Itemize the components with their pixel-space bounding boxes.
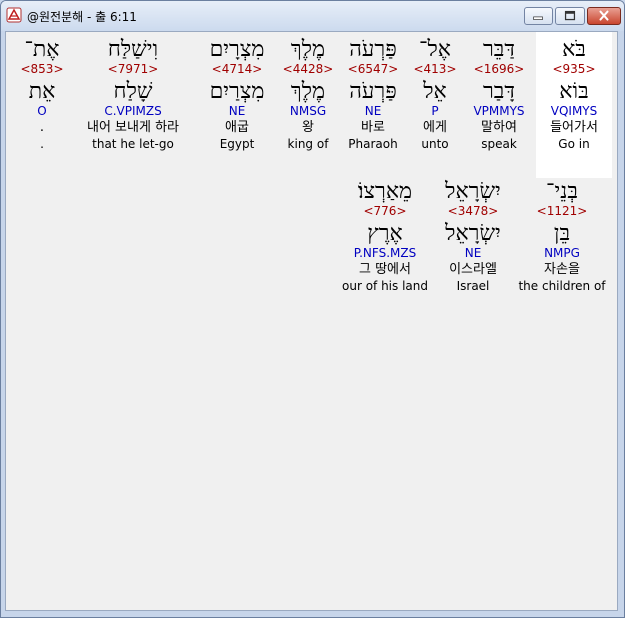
parsing-code: P.NFS.MZS — [353, 246, 417, 260]
english-gloss: Egypt — [219, 137, 255, 151]
hebrew-lemma: אֶרֶץ — [367, 221, 403, 246]
title-bar[interactable]: @원전분해 - 출 6:11 — [1, 1, 624, 31]
english-gloss: the children of — [518, 279, 606, 293]
english-gloss: Israel — [456, 279, 490, 293]
hebrew-lemma: אֵת — [28, 79, 56, 104]
hebrew-word: אֶת־ — [24, 37, 60, 62]
parsing-code: NMPG — [544, 246, 580, 260]
strong-number[interactable]: <935> — [536, 62, 612, 78]
strong-number[interactable]: <4428> — [268, 62, 348, 78]
strong-number[interactable]: <776> — [339, 204, 431, 220]
korean-gloss: 내어 보내게 하라 — [87, 120, 179, 135]
hebrew-lemma: מֶלֶךְ — [290, 79, 326, 104]
english-gloss: that he let-go — [92, 137, 174, 151]
parsing-code: O — [37, 104, 47, 118]
korean-gloss: 왕 — [302, 120, 314, 135]
english-gloss: . — [40, 137, 44, 151]
word-column[interactable]: בֹּא <935> בּוֹא VQIMYS 들어가서 Go in — [536, 32, 612, 178]
hebrew-lemma: בֵּן — [553, 221, 571, 246]
strong-number[interactable]: <3478> — [433, 204, 513, 220]
hebrew-lemma: מִצְרַיִם — [209, 79, 265, 104]
word-column[interactable]: מִצְרָיִם <4714> מִצְרַיִם NE 애굽 Egypt — [197, 38, 277, 152]
parsing-code: NMSG — [289, 104, 327, 118]
english-gloss: our of his land — [342, 279, 428, 293]
korean-gloss: 그 땅에서 — [359, 262, 411, 277]
hebrew-word: בֹּא — [562, 37, 586, 62]
strong-number[interactable]: <4714> — [197, 62, 277, 78]
strong-number[interactable]: <1121> — [516, 204, 608, 220]
maximize-icon — [564, 10, 576, 21]
hebrew-word: מֵאַרְצוֹ׃ — [357, 179, 413, 204]
word-column[interactable]: מֶלֶךְ <4428> מֶלֶךְ NMSG 왕 king of — [268, 38, 348, 152]
app-logo-icon — [6, 7, 22, 23]
korean-gloss: 들어가서 — [550, 120, 598, 135]
hebrew-word: בְּנֵי־ — [546, 179, 578, 204]
strong-number[interactable]: <853> — [12, 62, 72, 78]
hebrew-lemma: יִשְׂרָאֵל — [445, 221, 501, 246]
minimize-button[interactable] — [524, 7, 553, 25]
korean-gloss: 자손을 — [544, 262, 580, 277]
korean-gloss: 애굽 — [225, 120, 249, 135]
english-gloss: Go in — [558, 137, 590, 151]
parsing-code: NE — [228, 104, 246, 118]
word-column[interactable]: מֵאַרְצוֹ׃ <776> אֶרֶץ P.NFS.MZS 그 땅에서 o… — [339, 180, 431, 294]
close-icon — [599, 10, 609, 21]
word-column[interactable]: וִישַׁלַּח <7971> שָׁלַח C.VPIMZS 내어 보내게… — [73, 38, 193, 152]
interlinear-panel: בֹּא <935> בּוֹא VQIMYS 들어가서 Go in דַּבֵ… — [5, 31, 618, 611]
word-column[interactable]: בְּנֵי־ <1121> בֵּן NMPG 자손을 the childre… — [516, 180, 608, 294]
hebrew-lemma: שָׁלַח — [113, 79, 153, 104]
parsing-code: NE — [464, 246, 482, 260]
english-gloss: king of — [287, 137, 329, 151]
parsing-code: VQIMYS — [550, 104, 598, 118]
korean-gloss: 이스라엘 — [449, 262, 497, 277]
window-title: @원전분해 - 출 6:11 — [27, 10, 137, 24]
hebrew-word: מִצְרָיִם — [209, 37, 265, 62]
korean-gloss: . — [39, 120, 45, 135]
app-window: @원전분해 - 출 6:11 בֹּא <935> בּוֹא VQIMYS 들… — [0, 0, 625, 618]
word-column[interactable]: אֶת־ <853> אֵת O . . — [12, 38, 72, 152]
hebrew-word: מֶלֶךְ — [290, 37, 326, 62]
hebrew-word: יִשְׂרָאֵל — [445, 179, 501, 204]
strong-number[interactable]: <7971> — [73, 62, 193, 78]
maximize-button[interactable] — [555, 7, 585, 25]
word-column[interactable]: יִשְׂרָאֵל <3478> יִשְׂרָאֵל NE 이스라엘 Isr… — [433, 180, 513, 294]
minimize-icon — [533, 16, 543, 20]
hebrew-lemma: בּוֹא — [559, 79, 589, 104]
parsing-code: C.VPIMZS — [104, 104, 162, 118]
close-button[interactable] — [587, 7, 621, 25]
hebrew-word: וִישַׁלַּח — [107, 37, 159, 62]
